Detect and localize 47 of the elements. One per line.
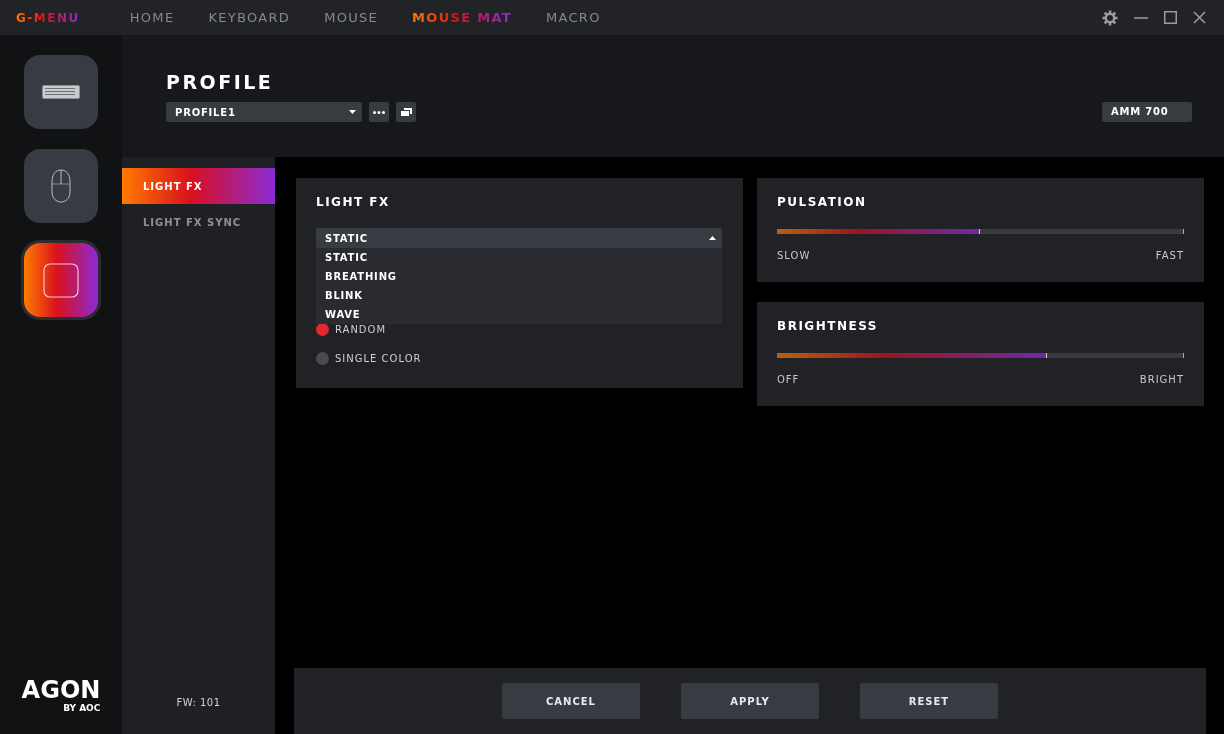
close-icon <box>1193 11 1206 24</box>
dropdown-option[interactable]: BREATHING <box>316 267 722 286</box>
nav-tab[interactable]: MOUSE <box>324 6 379 29</box>
minimize-icon <box>1134 16 1148 19</box>
section-title: PROFILE <box>166 71 275 93</box>
maximize-icon <box>1164 11 1177 24</box>
dropdown-option[interactable]: WAVE <box>316 305 722 324</box>
profile-dropdown[interactable]: PROFILE1 <box>166 102 362 122</box>
device-tile[interactable] <box>24 243 98 317</box>
side-menu-item[interactable]: LIGHT FX <box>122 168 275 204</box>
action-button[interactable]: APPLY <box>681 683 819 719</box>
slider-track[interactable] <box>777 229 1184 234</box>
brand-logo: AGON <box>21 678 101 702</box>
mouse-pad-icon <box>43 262 79 298</box>
slider-max-label: FAST <box>1155 250 1184 261</box>
side-menu-item[interactable]: LIGHT FX SYNC <box>122 204 275 240</box>
card-title: LIGHT FX <box>316 194 391 211</box>
brand-byline: BY AOC <box>63 702 101 714</box>
firmware-version: FW: 101 <box>176 697 221 708</box>
nav-tab[interactable]: MACRO <box>545 6 601 29</box>
device-tile[interactable] <box>24 55 98 129</box>
radio-option[interactable]: SINGLE COLOR <box>316 348 723 368</box>
keyboard-icon <box>42 85 80 99</box>
card-title: BRIGHTNESS <box>777 318 879 335</box>
slider-track[interactable] <box>777 353 1184 358</box>
more-button[interactable] <box>369 102 389 122</box>
slider-min-label: SLOW <box>777 250 811 261</box>
settings-icon <box>1102 9 1118 26</box>
caret-up-icon <box>709 236 716 240</box>
device-tile[interactable] <box>24 149 98 223</box>
dropdown-option[interactable]: BLINK <box>316 286 722 305</box>
dropdown-option[interactable]: STATIC <box>316 248 722 267</box>
action-button[interactable]: RESET <box>860 683 998 719</box>
app-logo: G-MENU <box>16 10 80 25</box>
mouse-icon <box>51 169 71 203</box>
effect-dropdown[interactable]: STATIC <box>316 228 722 248</box>
slider-max-label: BRIGHT <box>1139 374 1184 385</box>
slider-min-label: OFF <box>777 374 800 385</box>
more-icon <box>373 110 385 114</box>
stacked-windows-icon <box>400 108 412 116</box>
action-button[interactable]: CANCEL <box>502 683 640 719</box>
caret-down-icon <box>349 110 356 114</box>
device-model-label: AMM 700 <box>1102 102 1192 122</box>
window-button[interactable] <box>396 102 416 122</box>
nav-tab[interactable]: HOME <box>129 6 175 29</box>
card-title: PULSATION <box>777 194 868 211</box>
nav-tab[interactable]: KEYBOARD <box>208 6 291 29</box>
